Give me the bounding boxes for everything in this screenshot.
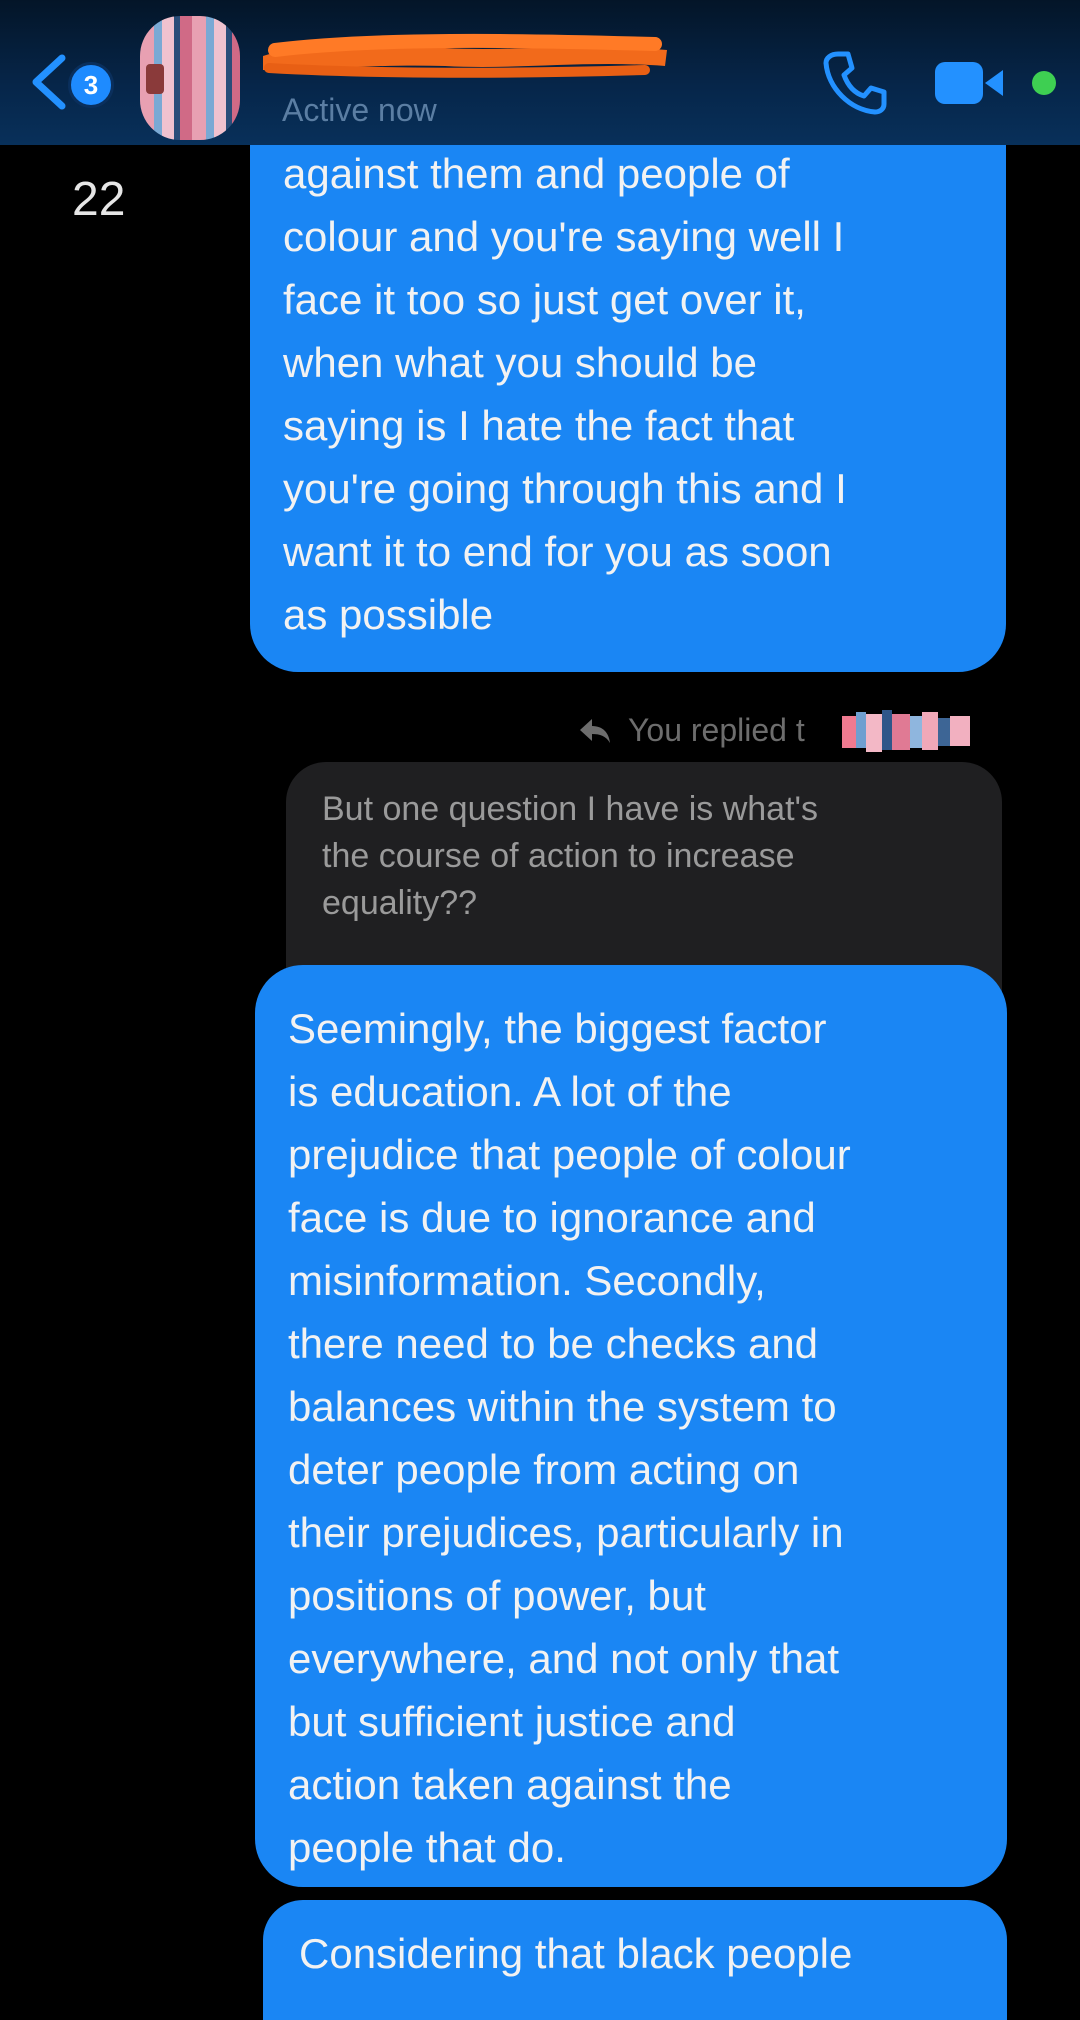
- avatar-redaction-mark: [146, 64, 164, 94]
- active-status: Active now: [282, 92, 437, 128]
- replied-name-redaction: [842, 710, 970, 752]
- contact-name-redaction: [263, 33, 667, 78]
- back-button[interactable]: 3: [28, 52, 114, 112]
- chevron-left-icon: [32, 54, 66, 110]
- chat-header: 3 Active now: [0, 0, 1080, 145]
- message-timestamp: 22: [72, 173, 126, 226]
- phone-icon: [823, 51, 887, 115]
- reply-context-label: You replied t: [578, 712, 805, 749]
- reply-arrow-icon: [580, 718, 610, 743]
- reply-label-text: You replied t: [628, 712, 805, 748]
- outgoing-message-bubble[interactable]: against them and people of colour and yo…: [250, 142, 1006, 672]
- outgoing-message-bubble[interactable]: Considering that black people: [263, 1900, 1007, 2020]
- unread-count-badge: 3: [68, 62, 114, 108]
- outgoing-message-bubble[interactable]: Seemingly, the biggest factor is educati…: [255, 965, 1007, 1887]
- voice-call-button[interactable]: [820, 48, 890, 118]
- video-camera-icon: [935, 62, 983, 104]
- video-camera-lens: [985, 70, 1003, 96]
- avatar[interactable]: [140, 16, 240, 140]
- online-indicator: [1032, 71, 1056, 95]
- video-call-button[interactable]: [935, 58, 1025, 108]
